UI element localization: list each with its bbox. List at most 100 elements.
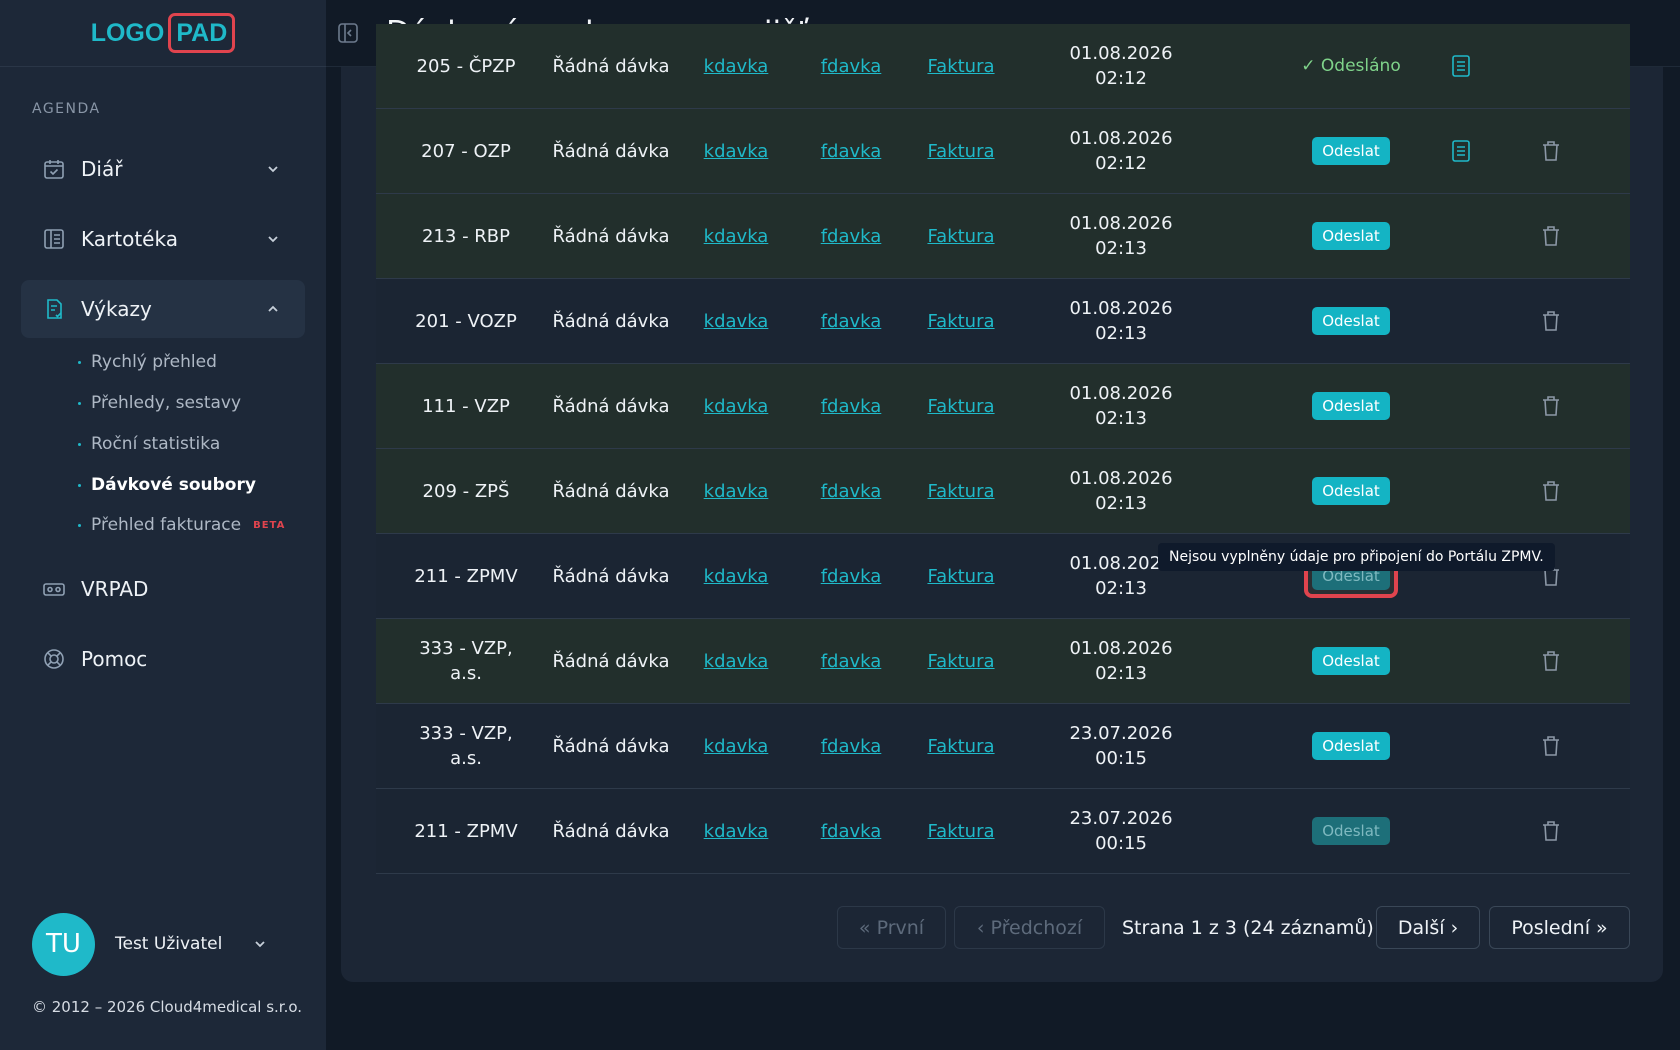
table-row: 205 - ČPZP Řádná dávka kdavka fdavka Faktura… (376, 24, 1630, 109)
records-icon (41, 226, 67, 252)
sidebar-subitem-label: Dávkové soubory (91, 475, 256, 495)
faktura-link[interactable]: Faktura (927, 736, 994, 757)
kdavka-link[interactable]: kdavka (704, 566, 769, 587)
sidebar-item-vykazy[interactable]: Výkazy (21, 280, 305, 338)
logo-text-boxed: PAD (168, 13, 236, 53)
document-icon[interactable] (1446, 109, 1476, 193)
vr-icon (41, 576, 67, 602)
faktura-link[interactable]: Faktura (927, 56, 994, 77)
send-button[interactable]: Odeslat (1312, 477, 1390, 505)
kdavka-link[interactable]: kdavka (704, 141, 769, 162)
logo-text: LOGO (90, 18, 165, 47)
date-cell: 01.08.2026 02:13 (1056, 449, 1186, 533)
faktura-link[interactable]: Faktura (927, 566, 994, 587)
kdavka-link[interactable]: kdavka (704, 396, 769, 417)
user-menu[interactable]: TU Test Uživatel (32, 912, 292, 976)
insurer-cell: 213 - RBP (391, 194, 541, 278)
fdavka-link[interactable]: fdavka (821, 736, 882, 757)
time-value: 02:13 (1095, 663, 1147, 684)
send-button[interactable]: Odeslat (1312, 222, 1390, 250)
fdavka-link[interactable]: fdavka (821, 566, 882, 587)
fdavka-link[interactable]: fdavka (821, 141, 882, 162)
logo[interactable]: LOGO PAD (91, 13, 236, 53)
page-info: Strana 1 z 3 (24 záznamů) (1122, 916, 1374, 939)
send-button[interactable]: Odeslat (1312, 307, 1390, 335)
status-cell: ✓ Odesláno (1286, 24, 1416, 108)
send-button[interactable]: Odeslat (1312, 392, 1390, 420)
send-button[interactable]: Odeslat (1312, 817, 1390, 845)
kdavka-cell: kdavka (701, 24, 771, 108)
page-bottom (326, 982, 1680, 1050)
faktura-cell: Faktura (921, 789, 1001, 873)
next-page-button[interactable]: Další › (1376, 906, 1480, 949)
sidebar-item-pomoc[interactable]: Pomoc (21, 630, 305, 688)
sidebar-section-title: AGENDA (32, 101, 101, 117)
fdavka-link[interactable]: fdavka (821, 481, 882, 502)
insurer-cell: 333 - VZP, a.s. (391, 704, 541, 788)
trash-icon[interactable] (1536, 619, 1566, 703)
fdavka-link[interactable]: fdavka (821, 226, 882, 247)
trash-icon[interactable] (1536, 364, 1566, 448)
faktura-link[interactable]: Faktura (927, 141, 994, 162)
fdavka-link[interactable]: fdavka (821, 56, 882, 77)
sidebar-subitem-label: Roční statistika (91, 434, 221, 454)
insurer-label: 209 - ZPŠ (422, 480, 510, 502)
trash-icon[interactable] (1536, 279, 1566, 363)
send-button[interactable]: Odeslat (1312, 647, 1390, 675)
faktura-link[interactable]: Faktura (927, 821, 994, 842)
sidebar-item-diar[interactable]: Diář (21, 140, 305, 198)
faktura-link[interactable]: Faktura (927, 651, 994, 672)
sidebar-toggle-icon[interactable] (336, 21, 360, 45)
sidebar-subitem-davkove-soubory[interactable]: Dávkové soubory (78, 475, 256, 495)
kdavka-link[interactable]: kdavka (704, 821, 769, 842)
faktura-link[interactable]: Faktura (927, 481, 994, 502)
sidebar-subitem-rychly-prehled[interactable]: Rychlý přehled (78, 352, 217, 372)
sidebar-subitem-rocni-statistika[interactable]: Roční statistika (78, 434, 220, 454)
faktura-link[interactable]: Faktura (927, 396, 994, 417)
faktura-link[interactable]: Faktura (927, 226, 994, 247)
table-row: 211 - ZPMV Řádná dávka kdavka fdavka Faktura… (376, 789, 1630, 874)
sidebar-subitem-prehledy-sestavy[interactable]: Přehledy, sestavy (78, 393, 241, 413)
fdavka-link[interactable]: fdavka (821, 396, 882, 417)
send-button[interactable]: Odeslat (1312, 137, 1390, 165)
fdavka-link[interactable]: fdavka (821, 821, 882, 842)
document-icon[interactable] (1446, 24, 1476, 108)
type-cell: Řádná dávka (546, 279, 676, 363)
faktura-link[interactable]: Faktura (927, 311, 994, 332)
time-value: 00:15 (1095, 748, 1147, 769)
last-page-button[interactable]: Poslední » (1489, 906, 1630, 949)
batch-type: Řádná dávka (552, 820, 670, 842)
time-value: 00:15 (1095, 833, 1147, 854)
time-value: 02:13 (1095, 323, 1147, 344)
kdavka-link[interactable]: kdavka (704, 226, 769, 247)
date-cell: 23.07.2026 00:15 (1056, 704, 1186, 788)
fdavka-link[interactable]: fdavka (821, 311, 882, 332)
first-page-button[interactable]: « První (837, 906, 946, 949)
trash-icon[interactable] (1536, 109, 1566, 193)
batch-type: Řádná dávka (552, 565, 670, 587)
send-button[interactable]: Odeslat (1312, 732, 1390, 760)
sidebar-item-label: Výkazy (81, 297, 152, 321)
kdavka-link[interactable]: kdavka (704, 736, 769, 757)
sidebar-item-kartoteka[interactable]: Kartotéka (21, 210, 305, 268)
fdavka-link[interactable]: fdavka (821, 651, 882, 672)
prev-page-button[interactable]: ‹ Předchozí (954, 906, 1105, 949)
sidebar-subitem-prehled-fakturace[interactable]: Přehled fakturace BETA (78, 515, 285, 535)
kdavka-link[interactable]: kdavka (704, 481, 769, 502)
kdavka-link[interactable]: kdavka (704, 311, 769, 332)
action-cell: Odeslat (1286, 704, 1416, 788)
time-value: 02:12 (1095, 153, 1147, 174)
kdavka-link[interactable]: kdavka (704, 651, 769, 672)
kdavka-cell: kdavka (701, 704, 771, 788)
time-value: 02:12 (1095, 68, 1147, 89)
trash-icon[interactable] (1536, 449, 1566, 533)
insurer-label: 211 - ZPMV (414, 820, 518, 842)
kdavka-link[interactable]: kdavka (704, 56, 769, 77)
trash-icon[interactable] (1536, 704, 1566, 788)
action-cell: Odeslat (1286, 194, 1416, 278)
table-row: 333 - VZP, a.s. Řádná dávka kdavka fdavka Fa… (376, 619, 1630, 704)
sidebar-item-vrpad[interactable]: VRPAD (21, 560, 305, 618)
batch-type: Řádná dávka (552, 55, 670, 77)
trash-icon[interactable] (1536, 194, 1566, 278)
trash-icon[interactable] (1536, 789, 1566, 873)
